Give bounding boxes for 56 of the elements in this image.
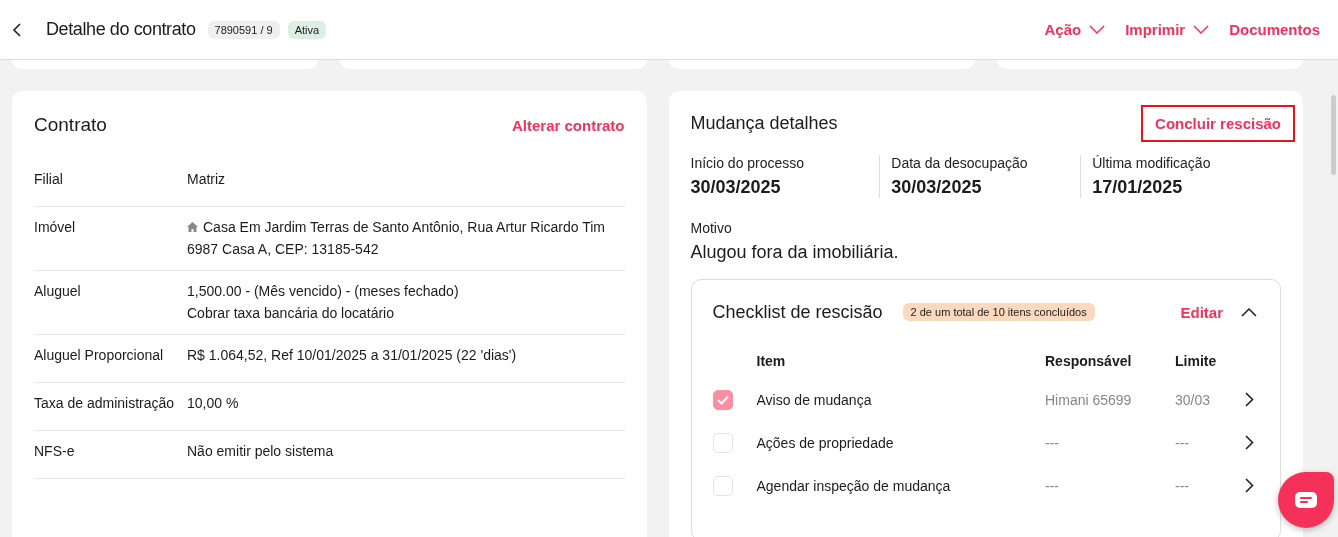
dropdown-menu-button[interactable]: Ação (1044, 21, 1106, 38)
field-value: 10,00 % (187, 394, 240, 413)
fact-label: Início do processo (690, 155, 806, 171)
status-badge: Ativa (287, 20, 327, 39)
field-label: Taxa de administração (34, 394, 176, 413)
field-label: Filial (34, 170, 64, 189)
table-cell-text: Himani 65699 (1045, 391, 1133, 408)
field-value: Cobrar taxa bancária do locatário (187, 303, 395, 323)
fact-value: 17/01/2025 (1092, 177, 1184, 198)
scrollbar-thumb[interactable] (1331, 95, 1336, 175)
card-title: Mudança detalhes (690, 112, 838, 134)
table-cell-text: Agendar inspeção de mudança (756, 477, 952, 494)
chevron-down-icon (1089, 25, 1106, 34)
field-label: Imóvel (34, 218, 77, 237)
card-title: Contrato (34, 114, 107, 136)
checkbox[interactable] (712, 389, 733, 410)
table-cell-text: --- (1045, 434, 1060, 451)
table-cell-text: Aviso de mudança (756, 391, 873, 408)
field-value: Não emitir pelo sistema (187, 442, 335, 461)
fact-label: Última modificação (1092, 155, 1212, 171)
column-header: Responsável (1045, 353, 1133, 369)
documents-link[interactable]: Documentos (1229, 21, 1320, 38)
table-cell-text: Ações de propriedade (756, 434, 895, 451)
column-header: Limite (1175, 353, 1218, 369)
fact-value: 30/03/2025 (690, 177, 782, 198)
field-value: 1,500.00 - (Mês vencido) - (meses fechado) (187, 282, 460, 301)
table-cell-text: --- (1175, 477, 1190, 494)
field-value: Casa Em Jardim Terras de Santo Antônio, Rua Artur Ricardo Tim 6987 Casa A, CEP: 13185-542 (187, 218, 607, 259)
dropdown-menu-button[interactable]: Imprimir (1125, 21, 1210, 38)
field-label: Aluguel Proporcional (34, 346, 165, 365)
fact-value: 30/03/2025 (891, 177, 983, 198)
field-label: Aluguel (34, 282, 82, 301)
contract-number-badge: 7890591 / 9 (207, 20, 280, 39)
back-icon[interactable] (12, 22, 22, 37)
checklist-title: Checklist de rescisão (712, 301, 883, 323)
table-cell-text: --- (1045, 477, 1060, 494)
fact-label: Data da desocupação (891, 155, 1029, 171)
house-icon (187, 222, 198, 232)
table-cell-text: --- (1175, 434, 1190, 451)
field-label: NFS-e (34, 442, 76, 461)
reason-label: Motivo (690, 220, 733, 236)
edit-link[interactable]: Editar (1180, 303, 1223, 321)
table-cell-text: 30/03 (1175, 391, 1212, 408)
progress-badge: 2 de um total de 10 itens concluídos (902, 303, 1095, 321)
complete-termination-button[interactable]: Concluir rescisão (1141, 104, 1295, 142)
column-header: Item (756, 353, 787, 369)
chat-icon (1295, 492, 1317, 508)
chat-button[interactable] (1278, 472, 1334, 528)
reason-text: Alugou fora da imobiliária. (690, 242, 900, 263)
check-icon (716, 394, 729, 405)
edit-contract-link[interactable]: Alterar contrato (511, 116, 625, 134)
field-value: Matriz (187, 170, 227, 189)
collapse-toggle[interactable] (1239, 305, 1259, 319)
field-value: R$ 1.064,52, Ref 10/01/2025 a 31/01/2025 (22 'dias') (187, 346, 518, 365)
page-title: Detalhe do contrato (46, 19, 196, 40)
chevron-down-icon (1193, 25, 1210, 34)
